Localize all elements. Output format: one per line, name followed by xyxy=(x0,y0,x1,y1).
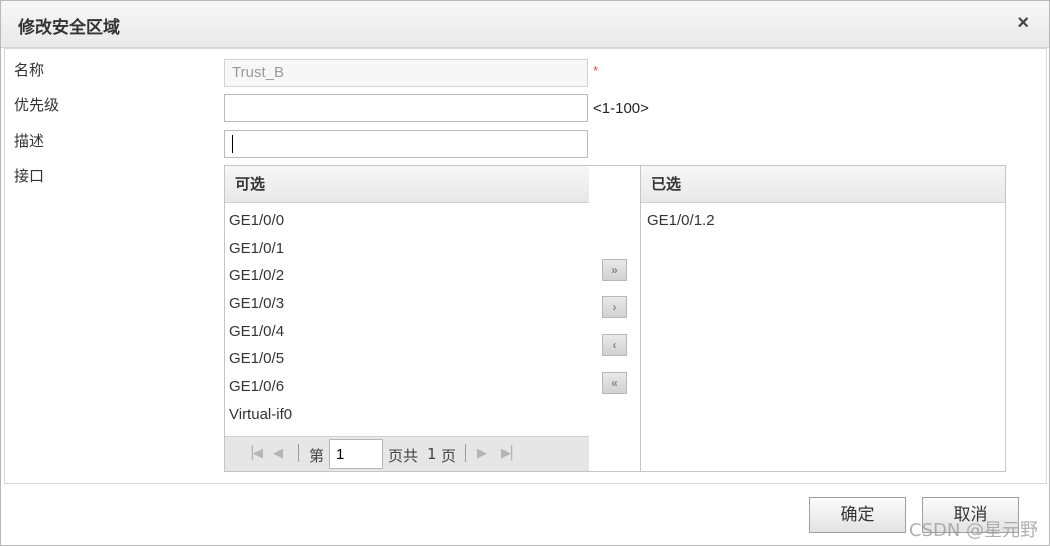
first-page-icon[interactable]: ▕◀ xyxy=(243,445,263,461)
priority-field[interactable] xyxy=(224,94,588,122)
add-button[interactable]: › xyxy=(602,296,627,318)
name-field: Trust_B xyxy=(224,59,588,87)
description-label: 描述 xyxy=(14,132,45,150)
last-page-icon[interactable]: ▶▏ xyxy=(501,445,521,461)
list-item[interactable]: GE1/0/5 xyxy=(225,345,589,373)
page-number-input[interactable] xyxy=(329,439,383,469)
list-item[interactable]: GE1/0/3 xyxy=(225,290,589,318)
selected-items: GE1/0/1.2 xyxy=(641,203,1005,235)
selected-list-header: 已选 xyxy=(641,166,1005,203)
selected-list: 已选 GE1/0/1.2 xyxy=(640,165,1006,472)
priority-range-hint: <1-100> xyxy=(593,100,649,117)
pagination-bar: ▕◀ ◀ 第 页共 1 页 ▶ ▶▏ xyxy=(225,436,589,471)
available-list: 可选 GE1/0/0 GE1/0/1 GE1/0/2 GE1/0/3 GE1/0… xyxy=(224,165,590,472)
available-items: GE1/0/0 GE1/0/1 GE1/0/2 GE1/0/3 GE1/0/4 … xyxy=(225,203,589,429)
text-cursor xyxy=(232,135,233,154)
ok-button[interactable]: 确定 xyxy=(809,497,906,533)
name-label: 名称 xyxy=(14,61,45,79)
list-item[interactable]: GE1/0/6 xyxy=(225,373,589,401)
available-list-header: 可选 xyxy=(225,166,589,203)
pager-middle: 页共 xyxy=(388,447,419,465)
list-item[interactable]: Virtual-if0 xyxy=(225,401,589,429)
dialog-title: 修改安全区域 xyxy=(18,18,120,38)
dialog-titlebar: 修改安全区域 × xyxy=(1,1,1049,48)
pager-suffix: 页 xyxy=(441,447,457,465)
list-item[interactable]: GE1/0/1.2 xyxy=(641,207,1005,235)
priority-label: 优先级 xyxy=(14,96,60,114)
next-page-icon[interactable]: ▶ xyxy=(477,445,487,461)
pager-prefix: 第 xyxy=(309,447,325,465)
list-item[interactable]: GE1/0/2 xyxy=(225,262,589,290)
close-icon[interactable]: × xyxy=(1017,13,1029,33)
watermark: CSDN @星元野 xyxy=(909,520,1039,541)
transfer-button-column xyxy=(589,165,641,472)
edit-security-zone-dialog: 修改安全区域 × 名称 Trust_B * 优先级 <1-100> 描述 接口 … xyxy=(0,0,1050,546)
pager-divider xyxy=(465,444,466,462)
list-item[interactable]: GE1/0/1 xyxy=(225,235,589,263)
list-item[interactable]: GE1/0/4 xyxy=(225,318,589,346)
remove-all-button[interactable]: « xyxy=(602,372,627,394)
description-field[interactable] xyxy=(224,130,588,158)
prev-page-icon[interactable]: ◀ xyxy=(273,445,283,461)
required-marker: * xyxy=(593,63,599,78)
remove-button[interactable]: ‹ xyxy=(602,334,627,356)
add-all-button[interactable]: » xyxy=(602,259,627,281)
list-item[interactable]: GE1/0/0 xyxy=(225,207,589,235)
pager-total: 1 xyxy=(427,445,437,463)
interface-label: 接口 xyxy=(14,167,45,185)
pager-divider xyxy=(298,444,299,462)
